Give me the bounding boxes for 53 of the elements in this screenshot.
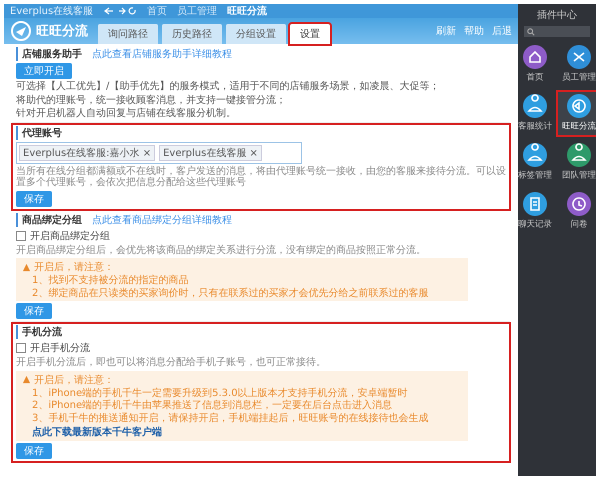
- description-text: 开启商品绑定分组后，会优先将该商品的绑定关系进行分流，没有绑定的商品按照正常分流。: [16, 244, 426, 256]
- description-text: 针对开启机器人自动回复与店铺在线客服分机制。: [16, 108, 236, 120]
- nav-link[interactable]: 旺旺分流: [227, 4, 268, 18]
- tab[interactable]: 分组设置: [226, 24, 286, 44]
- hint-text: 当所有在线分组都满额或不在线时，客户发送的消息，将由代理账号统一接收，由您的客服来接待分流。可以设置多个代理账号，会依次把信息分配给这些代理账号: [16, 166, 506, 188]
- warning-title: 开启后，请注意：: [34, 374, 114, 386]
- plugin-item[interactable]: 首页: [514, 43, 556, 86]
- tab[interactable]: 设置: [290, 24, 330, 44]
- tutorial-link[interactable]: 点此查看店铺服务助手详细教程: [92, 47, 232, 61]
- nav-arrows-icon[interactable]: [103, 6, 138, 16]
- app-name: Everplus在线客服: [10, 4, 94, 18]
- save-button[interactable]: 保存: [16, 303, 52, 319]
- description-text: 开启手机分流后，即也可以将消息分配给手机子账号，也可正常接待。: [16, 357, 326, 368]
- warning-title: 开启后，请注意：: [34, 260, 114, 274]
- warning-item: 1、iPhone端的手机千牛一定需要升级到5.3.0以上版本才支持手机分流，安卓端暂时: [31, 388, 409, 399]
- account-tag: Everplus在线客服 ×: [159, 144, 262, 160]
- logo-text: 旺旺分流: [36, 22, 88, 40]
- warning-icon: [22, 262, 31, 272]
- checkbox[interactable]: [16, 230, 26, 240]
- search-icon: [527, 28, 535, 36]
- search-field[interactable]: [524, 26, 590, 37]
- tab[interactable]: 询问路径: [98, 24, 158, 44]
- save-button[interactable]: 保存: [16, 190, 52, 206]
- plugin-item[interactable]: 团队管理: [558, 141, 596, 184]
- account-tag: Everplus在线客服:嘉小水 ×: [19, 144, 156, 160]
- plugin-item[interactable]: 问卷: [558, 190, 596, 233]
- section-title: 商品绑定分组: [16, 212, 82, 226]
- description-text: 可选择【人工优先】/【助手优先】的服务模式，适用于不同的店铺服务场景，如凌晨、大促等；: [16, 81, 440, 92]
- section-title: 手机分流: [16, 325, 62, 339]
- sidebar-title: 插件中心: [537, 8, 577, 22]
- warning-item: 3、手机千牛的推送通知开启，请保持开启，手机端挂起后，旺旺账号的在线接待也会生成: [31, 412, 430, 424]
- plugin-item[interactable]: 标签管理: [514, 141, 556, 184]
- description-text: 将助代的理账号，统一接收顾客消息，并支持一键接管分流；: [16, 94, 286, 106]
- save-button[interactable]: 保存: [16, 443, 52, 459]
- checkbox-label: 开启商品绑定分组: [30, 230, 110, 242]
- plugin-item[interactable]: 客服统计: [514, 92, 556, 135]
- logo-icon: [10, 20, 32, 42]
- download-link[interactable]: 点此下载最新版本千牛客户端: [22, 425, 462, 439]
- section-title: 店铺服务助手: [16, 47, 82, 61]
- checkbox[interactable]: [16, 343, 26, 353]
- warning-item: 2、绑定商品在只读类的买家询价时，只有在联系过的买家才会优先分给之前联系过的客服: [31, 288, 430, 299]
- tab[interactable]: 历史路径: [162, 24, 222, 44]
- tutorial-link[interactable]: 点此查看商品绑定分组详细教程: [92, 212, 232, 226]
- plugin-item[interactable]: 员工管理: [558, 43, 596, 86]
- section-title: 代理账号: [16, 126, 62, 140]
- start-button[interactable]: 立即开启: [16, 63, 72, 79]
- warning-item: 1、找到不支持被分流的指定的商品: [31, 275, 190, 286]
- plugin-item[interactable]: 旺旺分流: [558, 92, 596, 135]
- warning-icon: [22, 375, 31, 384]
- account-input-field[interactable]: Everplus在线客服:嘉小水 × Everplus在线客服 ×: [16, 142, 302, 164]
- plugin-item[interactable]: 聊天记录: [514, 190, 556, 233]
- warning-item: 2、iPhone端的手机千牛由苹果推送了信息到消息栏，一定要在后台点击进入消息: [31, 400, 394, 412]
- checkbox-label: 开启手机分流: [30, 342, 90, 355]
